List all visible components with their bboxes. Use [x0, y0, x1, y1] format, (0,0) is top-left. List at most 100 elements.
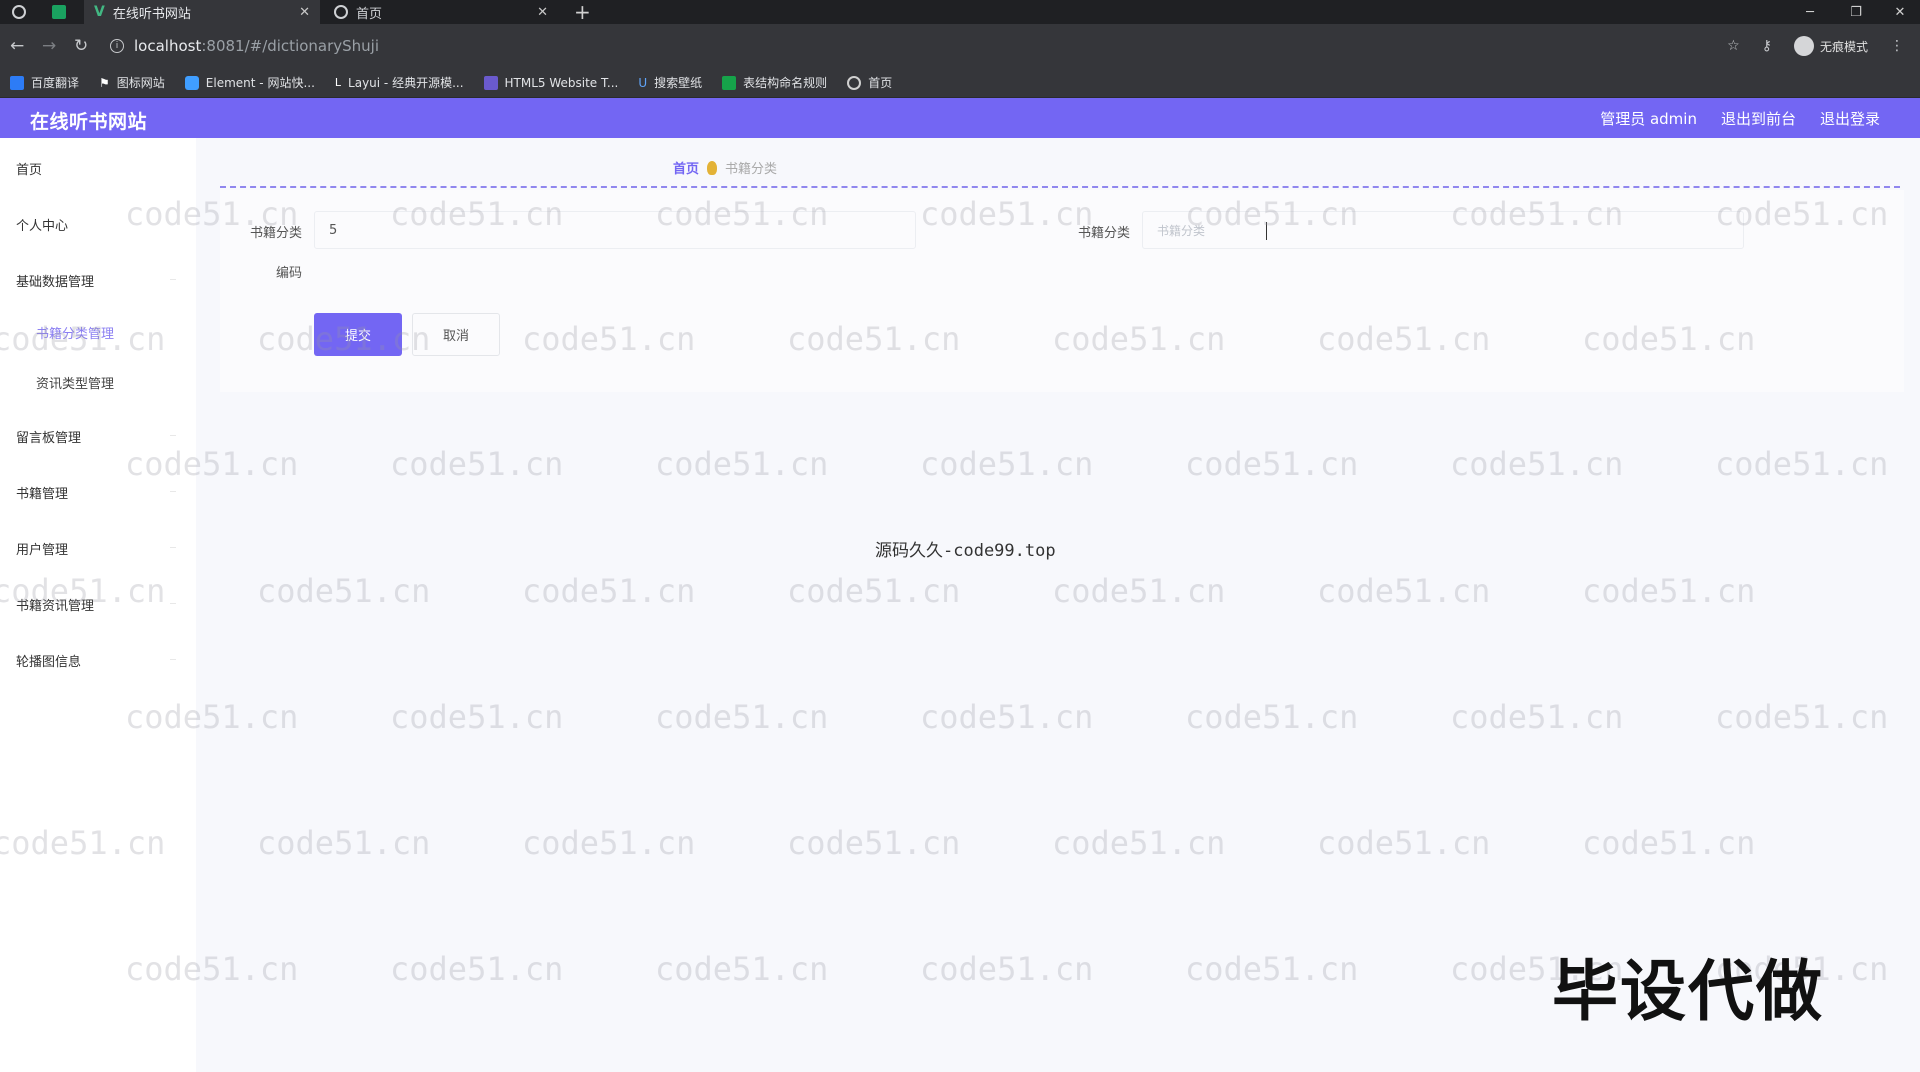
watermark-text: code51.cn	[1450, 445, 1624, 483]
bookmarks-bar: 百度翻译 ⚑ 图标网站 Element - 网站快... L Layui - 经典开…	[0, 68, 1920, 98]
close-icon[interactable]: ✕	[299, 5, 310, 20]
tab-title: 在线听书网站	[112, 6, 191, 22]
submit-button[interactable]: 提交	[314, 313, 402, 356]
chevron-icon	[170, 279, 176, 280]
url-host: localhost	[134, 37, 202, 55]
bookmark-label: 搜索壁纸	[654, 76, 703, 90]
url-path: :8081/#/dictionaryShuji	[201, 37, 380, 55]
sidebar-item-book-news[interactable]: 书籍资讯管理	[16, 595, 94, 614]
reload-icon[interactable]: ↻	[74, 36, 88, 56]
hand-icon	[707, 160, 718, 175]
watermark-text: code51.cn	[787, 572, 961, 610]
bookmark-item[interactable]: L Layui - 经典开源模...	[335, 74, 464, 91]
watermark-text: code51.cn	[1715, 698, 1889, 736]
watermark-text: code51.cn	[522, 824, 696, 862]
breadcrumb-current: 书籍分类	[725, 162, 778, 177]
close-icon[interactable]: ✕	[537, 5, 548, 20]
category-input[interactable]: 书籍分类	[1142, 211, 1744, 249]
element-icon	[184, 75, 199, 90]
breadcrumb-home[interactable]: 首页	[673, 158, 699, 177]
sidebar-item-home[interactable]: 首页	[16, 159, 42, 178]
chevron-icon	[170, 547, 176, 548]
sidebar-item-news-type[interactable]: 资讯类型管理	[36, 373, 114, 392]
code-label-suffix: 编码	[275, 266, 302, 281]
cancel-button[interactable]: 取消	[412, 313, 500, 356]
bookmark-label: HTML5 Website T...	[504, 75, 619, 90]
bookmark-label: 表结构命名规则	[743, 76, 828, 90]
flag-icon: ⚑	[99, 75, 110, 90]
html5-icon	[483, 75, 498, 90]
app-header: 在线听书网站 管理员 admin 退出到前台 退出登录	[0, 98, 1920, 138]
watermark-text: code51.cn	[1582, 824, 1756, 862]
vue-icon: V	[94, 4, 105, 20]
close-window-icon[interactable]: ✕	[1880, 0, 1920, 24]
browser-tab-pinned-1[interactable]	[12, 0, 32, 24]
minimize-icon[interactable]: ─	[1790, 0, 1830, 24]
sidebar-item-base-data[interactable]: 基础数据管理	[16, 271, 94, 290]
incognito-indicator[interactable]: 无痕模式	[1793, 36, 1868, 56]
code-input[interactable]: 5	[314, 211, 916, 249]
bookmark-item[interactable]: 首页	[847, 74, 892, 91]
sidebar: 首页 个人中心 基础数据管理 书籍分类管理 资讯类型管理 留言板管理 书籍管理 …	[0, 138, 196, 1072]
globe-icon	[12, 5, 26, 19]
watermark-text: code51.cn	[920, 698, 1094, 736]
category-label: 书籍分类	[1077, 226, 1130, 241]
bookmark-label: 首页	[868, 76, 893, 90]
browser-tab-active[interactable]: V 在线听书网站 ✕	[84, 0, 320, 24]
layui-icon: L	[334, 75, 342, 89]
browser-tab-pinned-2[interactable]	[52, 0, 72, 24]
forward-icon[interactable]: →	[42, 36, 56, 56]
wallpaper-icon: U	[638, 75, 648, 90]
bookmark-label: Layui - 经典开源模...	[348, 76, 464, 90]
watermark-text: code51.cn	[390, 698, 564, 736]
bookmark-item[interactable]: U 搜索壁纸	[638, 74, 702, 91]
watermark-text: code51.cn	[920, 950, 1094, 988]
bookmark-label: 百度翻译	[31, 76, 80, 90]
bookmark-item[interactable]: Element - 网站快...	[184, 74, 315, 91]
watermark-text: code51.cn	[1185, 445, 1359, 483]
star-icon[interactable]: ☆	[1727, 38, 1740, 54]
center-watermark: 源码久久-code99.top	[875, 541, 1056, 561]
bookmark-item[interactable]: 表结构命名规则	[722, 74, 827, 91]
browser-tools: ☆ ⚷ 无痕模式 ⋮	[1727, 36, 1904, 56]
browser-tab-home[interactable]: 首页 ✕	[322, 0, 558, 24]
sidebar-item-books[interactable]: 书籍管理	[16, 483, 68, 502]
sidebar-item-carousel[interactable]: 轮播图信息	[16, 651, 81, 670]
breadcrumb: 首页 书籍分类	[673, 158, 777, 177]
new-tab-button[interactable]: +	[574, 0, 594, 24]
globe-icon	[334, 5, 348, 19]
logout-link[interactable]: 退出登录	[1820, 108, 1880, 129]
restore-icon[interactable]: ❐	[1836, 0, 1876, 24]
app-icon	[52, 5, 66, 19]
address-bar: ← → ↻ i localhost:8081/#/dictionaryShuji…	[0, 24, 1920, 68]
admin-label: 管理员 admin	[1600, 110, 1697, 128]
key-icon[interactable]: ⚷	[1762, 38, 1772, 54]
incognito-label: 无痕模式	[1819, 39, 1868, 54]
sidebar-item-book-category[interactable]: 书籍分类管理	[36, 323, 114, 342]
watermark-text: code51.cn	[787, 824, 961, 862]
table-icon	[722, 75, 737, 90]
watermark-text: code51.cn	[390, 445, 564, 483]
watermark-text: code51.cn	[1185, 698, 1359, 736]
sidebar-item-users[interactable]: 用户管理	[16, 539, 68, 558]
bookmark-label: Element - 网站快...	[205, 76, 315, 90]
watermark-text: code51.cn	[655, 950, 829, 988]
watermark-text: code51.cn	[655, 698, 829, 736]
sidebar-item-profile[interactable]: 个人中心	[16, 215, 68, 234]
bookmark-item[interactable]: 百度翻译	[10, 74, 79, 91]
watermark-text: code51.cn	[1185, 950, 1359, 988]
back-icon[interactable]: ←	[10, 36, 24, 56]
info-icon: i	[110, 39, 124, 53]
more-icon[interactable]: ⋮	[1890, 38, 1904, 54]
header-links: 管理员 admin 退出到前台 退出登录	[1600, 108, 1880, 129]
watermark-text: code51.cn	[1317, 572, 1491, 610]
url-field[interactable]: i localhost:8081/#/dictionaryShuji	[110, 34, 1680, 58]
globe-icon	[847, 75, 862, 90]
bookmark-item[interactable]: HTML5 Website T...	[483, 75, 619, 90]
watermark-text: code51.cn	[1715, 445, 1889, 483]
front-link[interactable]: 退出到前台	[1721, 108, 1796, 129]
site-brand: 在线听书网站	[30, 111, 148, 133]
text-cursor	[1266, 222, 1268, 240]
bookmark-item[interactable]: ⚑ 图标网站	[99, 74, 165, 91]
sidebar-item-guestbook[interactable]: 留言板管理	[16, 427, 81, 446]
